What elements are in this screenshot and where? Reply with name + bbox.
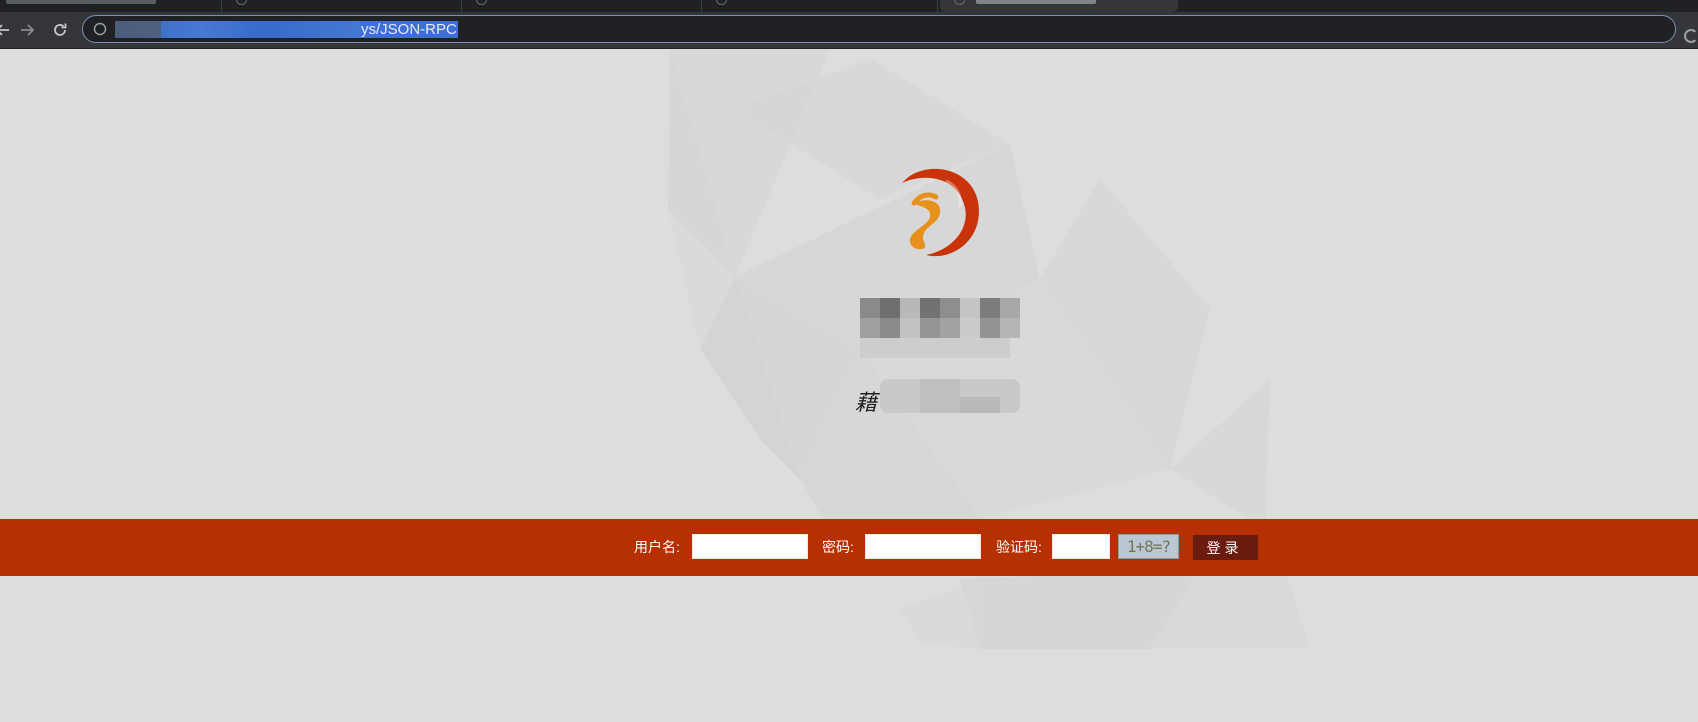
username-label: 用户名:	[634, 539, 680, 555]
browser-tab[interactable]	[0, 0, 222, 12]
browser-tab[interactable]	[702, 0, 938, 12]
site-info-icon[interactable]	[93, 22, 107, 36]
phoenix-logo	[902, 168, 979, 257]
password-input[interactable]	[865, 534, 981, 559]
password-label: 密码:	[822, 539, 854, 555]
tab-title-fragment	[6, 0, 156, 4]
browser-tab[interactable]	[222, 0, 462, 12]
title-partial-char: 藉	[855, 391, 878, 416]
tab-favicon-icon	[716, 0, 727, 5]
page-viewport: 藉 用户名: 密码: 验证码: 1+8=? 登录	[0, 49, 1698, 722]
forward-arrow-icon[interactable]	[14, 18, 40, 42]
url-text[interactable]: ys/JSON-RPC	[361, 21, 458, 38]
browser-tab[interactable]	[462, 0, 702, 12]
extension-icon[interactable]	[1684, 29, 1698, 43]
login-button[interactable]: 登录	[1193, 535, 1258, 560]
address-bar[interactable]: ys/JSON-RPC	[82, 15, 1676, 43]
captcha-input[interactable]	[1052, 534, 1110, 559]
tab-favicon-icon	[476, 0, 487, 5]
login-bar: 用户名: 密码: 验证码: 1+8=? 登录	[0, 519, 1698, 576]
tab-title-fragment	[976, 0, 1096, 4]
url-redacted-portion	[115, 21, 361, 38]
browser-tab-active[interactable]	[940, 0, 1178, 12]
captcha-label: 验证码:	[996, 539, 1042, 555]
tab-favicon-icon	[954, 0, 965, 5]
reload-icon[interactable]	[47, 18, 73, 42]
browser-tab-strip	[0, 0, 1698, 12]
tab-favicon-icon	[236, 0, 247, 5]
captcha-image[interactable]: 1+8=?	[1118, 534, 1179, 559]
username-input[interactable]	[692, 534, 808, 559]
background-polygon-art	[668, 49, 1310, 649]
browser-toolbar: ys/JSON-RPC	[0, 12, 1698, 49]
